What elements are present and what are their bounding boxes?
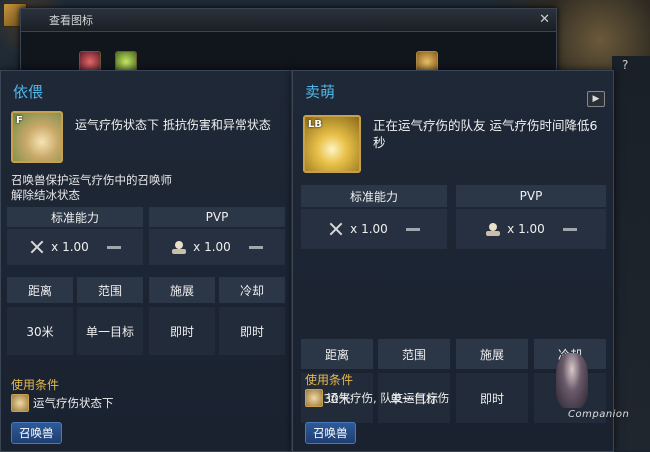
help-icon[interactable]: ? bbox=[622, 58, 628, 72]
stat-value-cast: 即时 bbox=[149, 307, 215, 355]
standard-multiplier: x 1.00 bbox=[7, 229, 143, 265]
dash-icon bbox=[248, 245, 263, 249]
stat-header-cast: 施展 bbox=[456, 339, 528, 369]
skill-icon: LB bbox=[303, 115, 361, 173]
pvp-icon bbox=[485, 221, 501, 237]
condition-icon bbox=[305, 389, 323, 407]
skill-key-label: LB bbox=[308, 119, 322, 130]
dash-icon bbox=[405, 227, 420, 231]
standard-multiplier-value: x 1.00 bbox=[350, 222, 388, 236]
condition-text: 运气疗伤状态下 bbox=[33, 396, 114, 410]
stat-value-area: 单一目标 bbox=[77, 307, 143, 355]
skill-tooltip-left: 依偎 F 运气疗伤状态下 抵抗伤害和异常状态 召唤兽保护运气疗伤中的召唤师 解除… bbox=[0, 70, 292, 452]
pvp-header: PVP bbox=[456, 185, 606, 207]
skill-description: 正在运气疗伤的队友 运气疗伤时间降低6秒 bbox=[373, 118, 598, 150]
pvp-multiplier: x 1.00 bbox=[456, 209, 606, 249]
skill-extra-description: 召唤兽保护运气疗伤中的召唤师 解除结冰状态 bbox=[11, 173, 281, 203]
skill-name: 依偎 bbox=[13, 83, 44, 101]
stat-header-area: 范围 bbox=[378, 339, 450, 369]
pvp-header: PVP bbox=[149, 207, 285, 227]
condition-icon bbox=[11, 394, 29, 412]
dash-icon bbox=[106, 245, 121, 249]
summon-tag[interactable]: 召唤兽 bbox=[11, 422, 62, 444]
dash-icon bbox=[562, 227, 577, 231]
standard-header: 标准能力 bbox=[301, 185, 447, 207]
condition-title: 使用条件 bbox=[11, 378, 60, 392]
condition-text: 运气疗伤, 队友运气疗伤 bbox=[327, 391, 450, 405]
pvp-icon bbox=[171, 239, 187, 255]
sword-icon bbox=[29, 239, 45, 255]
skill-name: 卖萌 bbox=[305, 83, 336, 101]
companion-watermark: Companion bbox=[548, 335, 648, 430]
pvp-multiplier-value: x 1.00 bbox=[193, 240, 231, 254]
standard-header: 标准能力 bbox=[7, 207, 143, 227]
condition-row: 运气疗伤状态下 bbox=[11, 394, 114, 412]
stat-header-range: 距离 bbox=[301, 339, 373, 369]
summon-tag[interactable]: 召唤兽 bbox=[305, 422, 356, 444]
watermark-text: Companion bbox=[568, 409, 630, 420]
stat-value-cast: 即时 bbox=[456, 373, 528, 423]
stat-header-range: 距离 bbox=[7, 277, 73, 303]
standard-multiplier: x 1.00 bbox=[301, 209, 447, 249]
stat-value-range: 30米 bbox=[7, 307, 73, 355]
toggle-icon[interactable]: ▶ bbox=[587, 91, 605, 107]
pvp-multiplier-value: x 1.00 bbox=[507, 222, 545, 236]
stat-header-cooldown: 冷却 bbox=[219, 277, 285, 303]
sword-icon bbox=[328, 221, 344, 237]
skill-icon: F bbox=[11, 111, 63, 163]
pvp-multiplier: x 1.00 bbox=[149, 229, 285, 265]
condition-row: 运气疗伤, 队友运气疗伤 bbox=[305, 389, 449, 407]
close-icon[interactable]: ✕ bbox=[539, 12, 550, 27]
skill-key-label: F bbox=[16, 115, 23, 126]
stat-value-cooldown: 即时 bbox=[219, 307, 285, 355]
window-title: 查看图标 bbox=[21, 9, 556, 32]
condition-title: 使用条件 bbox=[305, 373, 354, 387]
extra-line: 召唤兽保护运气疗伤中的召唤师 解除结冰状态 bbox=[11, 173, 172, 202]
skill-description: 运气疗伤状态下 抵抗伤害和异常状态 bbox=[75, 118, 271, 132]
standard-multiplier-value: x 1.00 bbox=[51, 240, 89, 254]
stat-header-area: 范围 bbox=[77, 277, 143, 303]
stat-header-cast: 施展 bbox=[149, 277, 215, 303]
character-figure bbox=[556, 353, 588, 408]
